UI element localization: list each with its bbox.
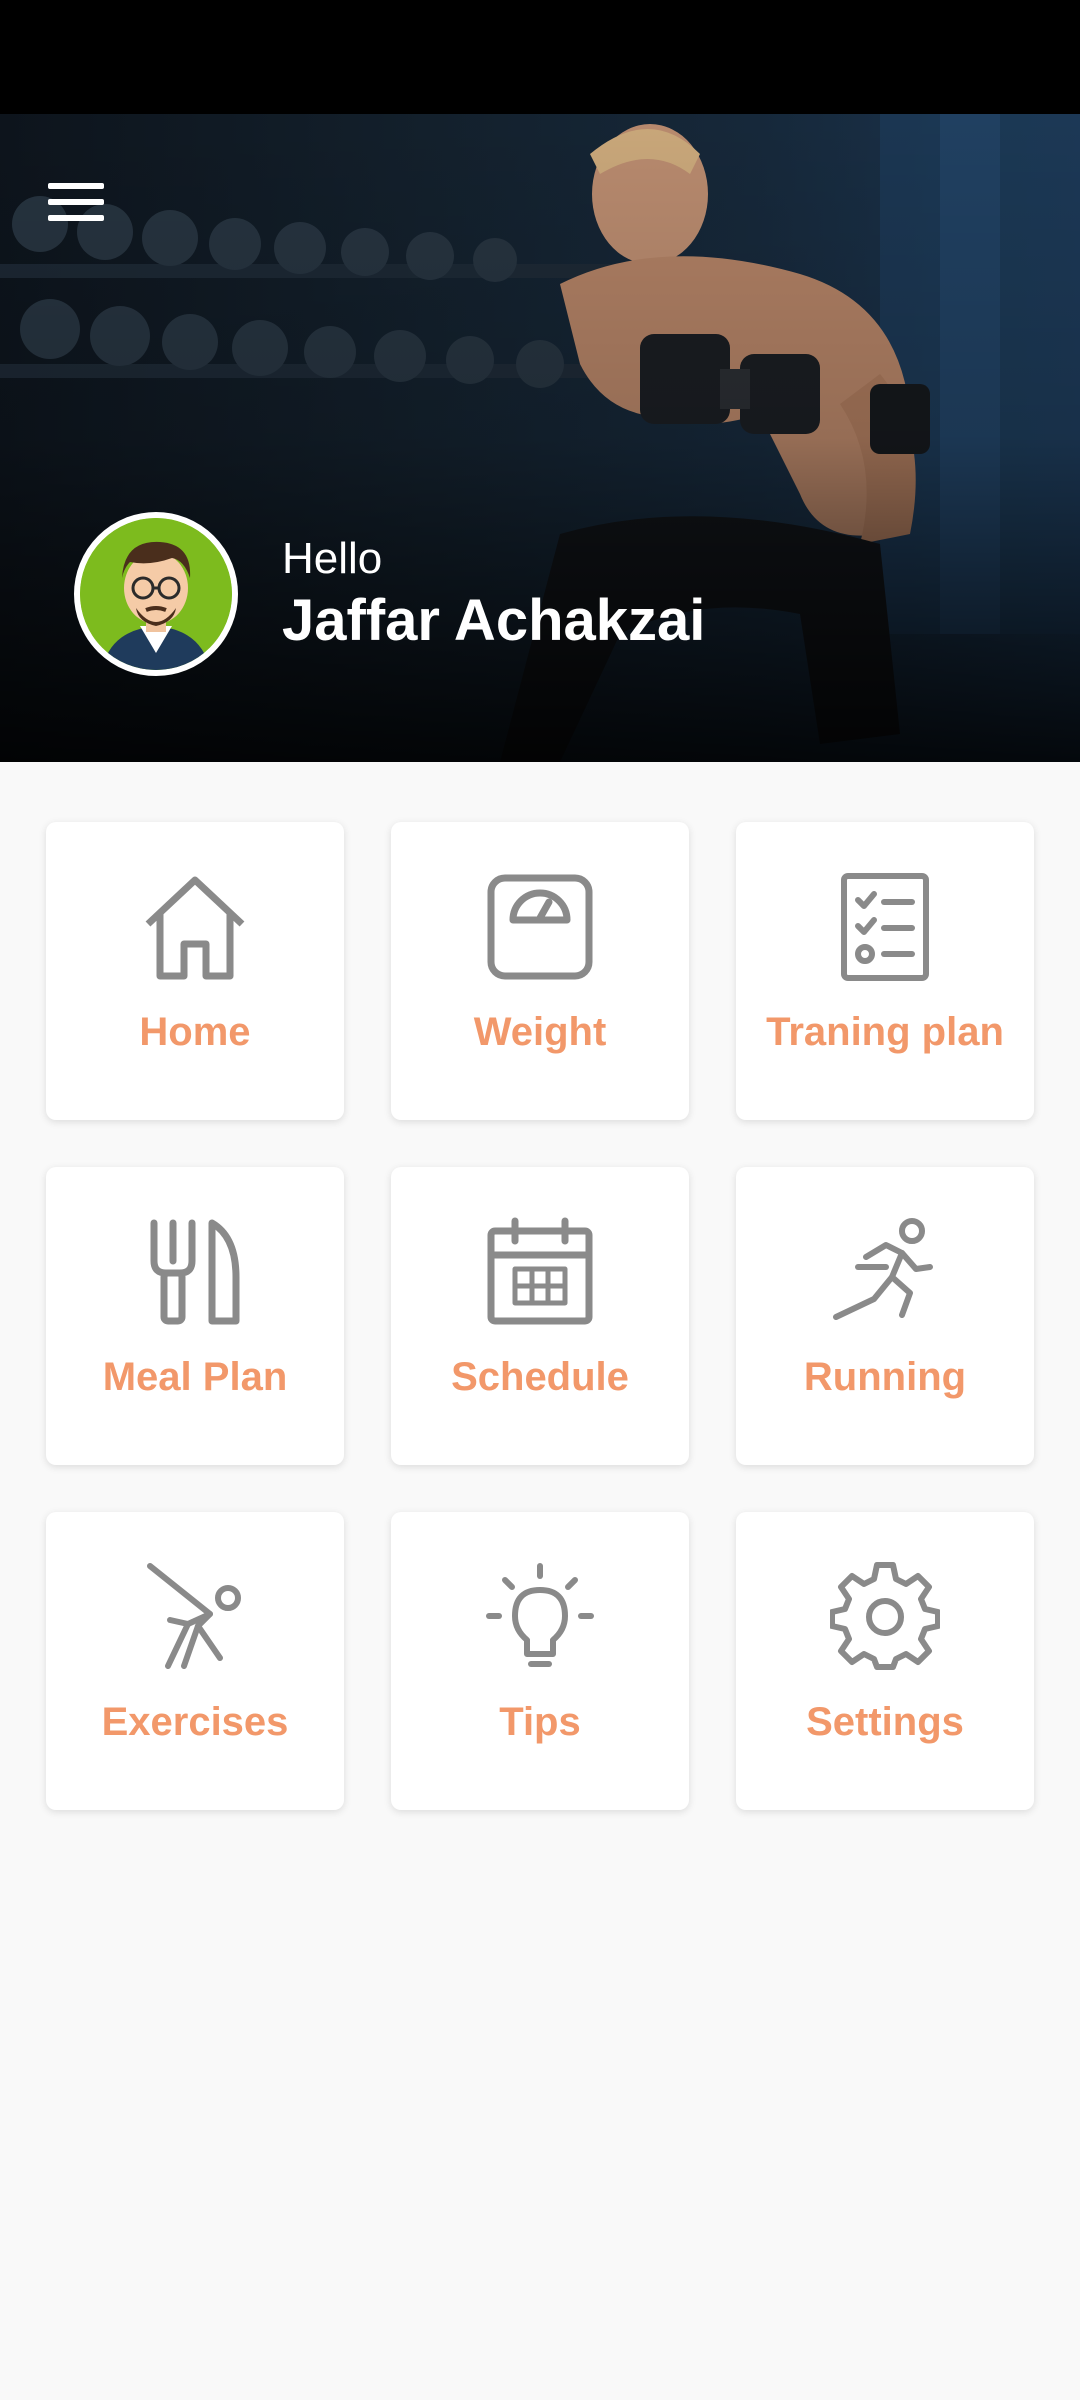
calendar-icon xyxy=(485,1217,595,1327)
tile-training-plan[interactable]: Traning plan xyxy=(736,822,1034,1120)
tile-label: Home xyxy=(139,1010,251,1054)
greeting-text: Hello xyxy=(282,534,383,583)
fork-knife-icon xyxy=(140,1217,250,1327)
user-name: Jaffar Achakzai xyxy=(282,588,706,653)
hamburger-menu-icon[interactable] xyxy=(48,172,118,232)
tile-label: Running xyxy=(803,1355,967,1399)
checklist-icon xyxy=(830,872,940,982)
menu-grid: Home Weight Traning plan Meal Plan Sched… xyxy=(46,822,1036,1810)
tile-settings[interactable]: Settings xyxy=(736,1512,1034,1810)
tile-label: Traning plan xyxy=(766,1010,1004,1054)
tile-label: Settings xyxy=(806,1700,964,1744)
user-profile: Hello Jaffar Achakzai xyxy=(74,512,705,676)
tile-running[interactable]: Running xyxy=(736,1167,1034,1465)
tile-label: Meal Plan xyxy=(102,1355,288,1399)
avatar[interactable] xyxy=(74,512,238,676)
tile-label: Tips xyxy=(499,1700,581,1744)
status-bar xyxy=(0,0,1080,114)
runner-icon xyxy=(830,1217,940,1327)
tile-weight[interactable]: Weight xyxy=(391,822,689,1120)
header-banner: Hello Jaffar Achakzai xyxy=(0,114,1080,762)
lightbulb-icon xyxy=(485,1562,595,1672)
gear-icon xyxy=(830,1562,940,1672)
tile-label: Exercises xyxy=(101,1700,289,1744)
tile-meal-plan[interactable]: Meal Plan xyxy=(46,1167,344,1465)
stretching-icon xyxy=(140,1562,250,1672)
house-icon xyxy=(140,872,250,982)
tile-label: Weight xyxy=(473,1010,607,1054)
tile-tips[interactable]: Tips xyxy=(391,1512,689,1810)
tile-exercises[interactable]: Exercises xyxy=(46,1512,344,1810)
tile-label: Schedule xyxy=(451,1355,629,1399)
scale-icon xyxy=(485,872,595,982)
tile-home[interactable]: Home xyxy=(46,822,344,1120)
tile-schedule[interactable]: Schedule xyxy=(391,1167,689,1465)
